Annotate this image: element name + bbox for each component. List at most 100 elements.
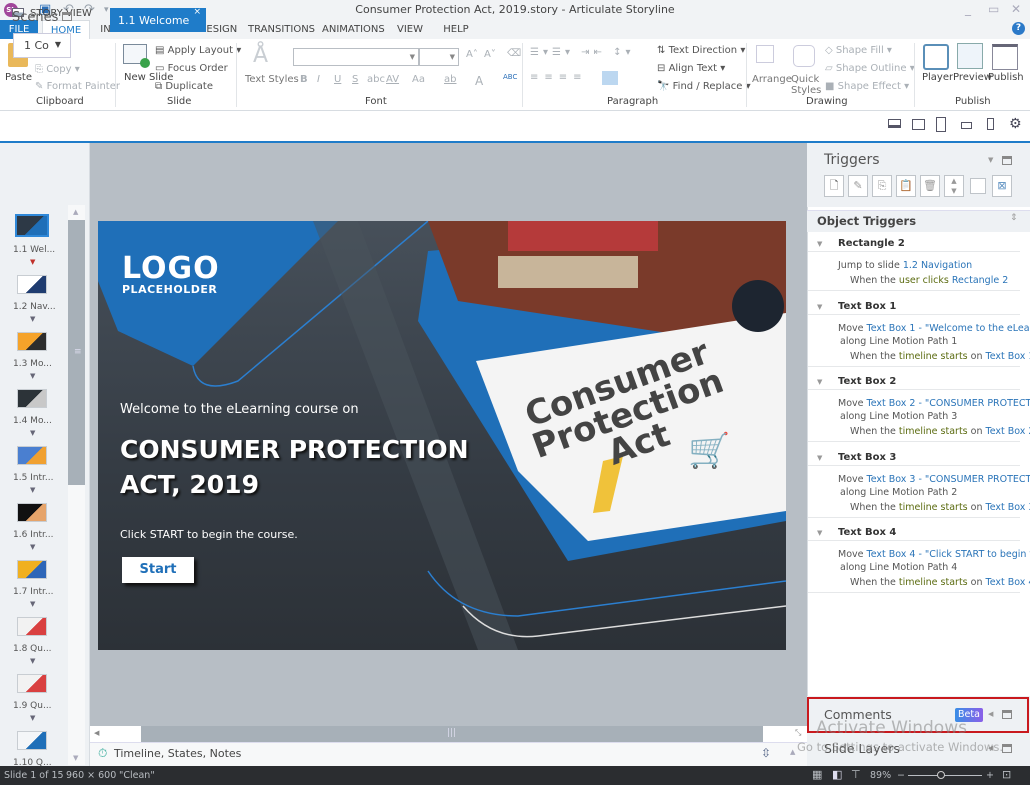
trigger-action-link[interactable]: Text Box 4 - "Click START to begin t... <box>867 549 1030 560</box>
clear-format-icon[interactable]: ⌫ <box>507 48 521 59</box>
quick-styles-button[interactable]: Quick Styles <box>791 74 821 96</box>
expand-left-icon[interactable]: ◀ <box>988 710 993 718</box>
collapse-icon[interactable]: ▼ <box>817 454 822 462</box>
trigger-condition-link[interactable]: Text Box 1 <box>986 351 1030 362</box>
scroll-left-icon[interactable]: ◀ <box>94 729 99 737</box>
delete-trigger-button[interactable]: 🗑 <box>920 175 940 197</box>
split-view-icon[interactable]: ⇳ <box>761 746 771 760</box>
preview-button[interactable]: Preview <box>953 72 992 83</box>
zoom-out-button[interactable]: − <box>897 770 905 781</box>
slide-expand-icon[interactable]: ▼ <box>30 714 35 722</box>
slide-thumbnail[interactable] <box>17 332 47 351</box>
zoom-slider[interactable] <box>908 775 982 776</box>
undock-icon[interactable] <box>1002 156 1012 165</box>
text-styles-icon[interactable]: Å <box>253 43 279 69</box>
trigger-action[interactable]: Move Text Box 2 - "CONSUMER PROTECT... <box>838 398 1030 409</box>
tablet-landscape-icon[interactable] <box>912 119 925 130</box>
spell-check-button[interactable]: ABC <box>503 73 517 81</box>
italic-button[interactable]: I <box>317 74 320 85</box>
font-size-combo[interactable]: ▼ <box>419 48 459 66</box>
tab-help[interactable]: HELP <box>440 20 472 39</box>
grid-view-icon[interactable]: ▦ <box>812 768 822 781</box>
collapse-icon[interactable]: ▼ <box>817 240 822 248</box>
arrange-icon[interactable] <box>756 45 774 63</box>
expand-up-icon[interactable]: ▲ <box>790 748 795 756</box>
slide-thumbnail-label[interactable]: 1.2 Nav... <box>13 302 56 312</box>
slide-expand-icon[interactable]: ▼ <box>30 372 35 380</box>
highlight-button[interactable]: ab <box>444 74 456 85</box>
trigger-action-detail[interactable]: along Line Motion Path 3 <box>840 411 957 422</box>
trigger-event[interactable]: user clicks <box>899 275 949 286</box>
slide-thumbnail-label[interactable]: 1.8 Qu... <box>13 644 52 654</box>
shadow-button[interactable]: S <box>352 74 358 85</box>
publish-button[interactable]: Publish <box>988 72 1024 83</box>
quick-styles-icon[interactable] <box>793 45 815 67</box>
slide-thumbnail-label[interactable]: 1.7 Intr... <box>13 587 54 597</box>
player-icon[interactable] <box>923 44 949 70</box>
edit-trigger-button[interactable]: ✎ <box>848 175 868 197</box>
shape-outline-button[interactable]: ▱ Shape Outline ▾ <box>825 63 915 74</box>
normal-view-icon[interactable]: ◧ <box>832 768 842 781</box>
trigger-action[interactable]: Move Text Box 1 - "Welcome to the eLear.… <box>838 323 1030 334</box>
trigger-event[interactable]: timeline starts <box>899 426 968 437</box>
trigger-action[interactable]: Jump to slide 1.2 Navigation <box>838 260 972 271</box>
undock-icon[interactable] <box>1002 710 1012 719</box>
scroll-up-icon[interactable]: ▲ <box>73 208 78 216</box>
undock-icon[interactable] <box>62 12 72 21</box>
slide-thumbnail-label[interactable]: 1.4 Mo... <box>13 416 52 426</box>
show-all-checkbox[interactable] <box>970 178 986 194</box>
arrange-button[interactable]: Arrange <box>752 74 792 85</box>
close-button[interactable]: ✕ <box>1011 2 1021 16</box>
slide-expand-icon[interactable]: ▼ <box>30 429 35 437</box>
maximize-button[interactable]: ▭ <box>988 2 999 16</box>
undock-icon[interactable] <box>1002 744 1012 753</box>
slide-thumbnail-label[interactable]: 1.5 Intr... <box>13 473 54 483</box>
character-spacing-button[interactable]: AV <box>386 74 399 85</box>
publish-icon[interactable] <box>992 44 1018 70</box>
trigger-action[interactable]: Move Text Box 4 - "Click START to begin … <box>838 549 1030 560</box>
tablet-portrait-icon[interactable] <box>936 117 946 132</box>
trigger-action[interactable]: Move Text Box 3 - "CONSUMER PROTECT... <box>838 474 1030 485</box>
apply-layout-button[interactable]: ▤ Apply Layout ▾ <box>155 45 241 56</box>
trigger-condition[interactable]: When the user clicks Rectangle 2 <box>850 275 1008 286</box>
trigger-condition[interactable]: When the timeline starts on Text Box 4 <box>850 577 1030 588</box>
slide-thumbnail[interactable] <box>17 275 47 294</box>
slide-thumbnail-label[interactable]: 1.6 Intr... <box>13 530 54 540</box>
trigger-event[interactable]: timeline starts <box>899 577 968 588</box>
duplicate-button[interactable]: ⧉ Duplicate <box>155 81 213 92</box>
scroll-down-icon[interactable]: ▼ <box>73 754 78 762</box>
strikethrough-button[interactable]: abc <box>367 74 385 85</box>
collapse-icon[interactable]: ▼ <box>817 303 822 311</box>
minimize-button[interactable]: _ <box>965 2 971 16</box>
trigger-condition[interactable]: When the timeline starts on Text Box 3 <box>850 502 1030 513</box>
course-title[interactable]: CONSUMER PROTECTION ACT, 2019 <box>120 432 469 502</box>
slide-thumbnail[interactable] <box>17 503 47 522</box>
slide-thumbnail[interactable] <box>17 446 47 465</box>
trigger-action-link[interactable]: 1.2 Navigation <box>903 260 972 271</box>
fit-stage-icon[interactable]: ⤡ <box>795 728 801 738</box>
alignment-buttons[interactable]: ≡≡≡≡ <box>530 72 588 83</box>
format-painter-button[interactable]: ✎ Format Painter <box>35 81 120 92</box>
preview-icon[interactable] <box>957 43 983 69</box>
trigger-condition[interactable]: When the timeline starts on Text Box 1 <box>850 351 1030 362</box>
trigger-condition-link[interactable]: Text Box 4 <box>986 577 1030 588</box>
collapse-icon[interactable]: ▼ <box>817 378 822 386</box>
slide-expand-icon[interactable]: ▼ <box>30 543 35 551</box>
slide-thumbnail[interactable] <box>17 674 47 693</box>
zoom-in-button[interactable]: + <box>986 770 994 781</box>
shape-fill-button[interactable]: ◇ Shape Fill ▾ <box>825 45 892 56</box>
underline-button[interactable]: U <box>334 74 341 85</box>
list-buttons[interactable]: ☰▾☰▾ ⇥⇤ ↕▾ <box>530 47 634 58</box>
trigger-condition-link[interactable]: Text Box 2 <box>986 426 1030 437</box>
timeline-states-notes-label[interactable]: Timeline, States, Notes <box>114 747 241 760</box>
slide-thumbnail[interactable] <box>17 731 47 750</box>
gear-icon[interactable]: ⚙ <box>1009 116 1022 132</box>
tab-animations[interactable]: ANIMATIONS <box>322 20 385 39</box>
shrink-font-button[interactable]: A˅ <box>484 49 496 60</box>
zoom-slider-thumb[interactable] <box>937 771 946 779</box>
collapse-all-icon[interactable]: ⇕ <box>1010 213 1018 223</box>
grow-font-button[interactable]: A˄ <box>466 49 478 60</box>
start-button[interactable]: Start <box>122 557 194 583</box>
slide-thumbnail-label[interactable]: 1.3 Mo... <box>13 359 52 369</box>
focus-order-button[interactable]: ▭ Focus Order <box>155 63 228 74</box>
